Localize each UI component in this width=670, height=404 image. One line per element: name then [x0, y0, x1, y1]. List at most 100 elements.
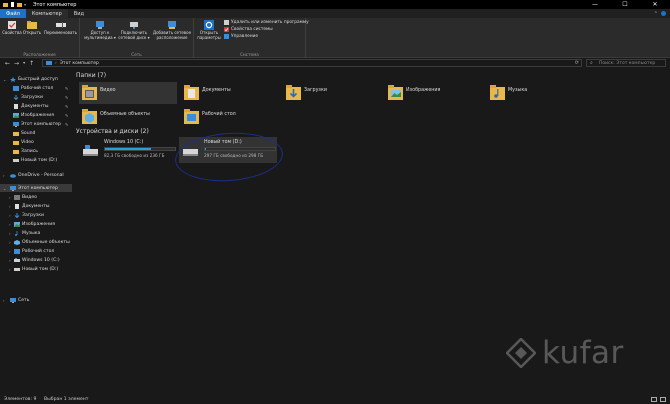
sidebar-item-drive-d[interactable]: › Новый том (D:) [0, 265, 72, 273]
sidebar-item-videos[interactable]: › Видео [0, 193, 72, 201]
sidebar-item-pictures[interactable]: Изображения ✎ [0, 111, 72, 119]
customize-toolbar-icon[interactable]: ▾ [24, 2, 29, 7]
media-access-icon [96, 21, 104, 29]
sidebar-item-onedrive[interactable]: › OneDrive - Personal [0, 171, 72, 179]
pin-icon[interactable]: ✎ [65, 122, 68, 127]
open-settings-button[interactable]: Открыть параметры [196, 20, 222, 40]
media-access-button[interactable]: Доступ к мультимедиа ▾ [84, 20, 116, 40]
breadcrumb-separator-icon: › [55, 60, 57, 66]
pin-icon[interactable]: ✎ [65, 86, 68, 91]
network-drive-icon [130, 22, 138, 29]
gear-icon [204, 20, 214, 30]
back-arrow-icon[interactable]: ← [5, 60, 10, 67]
sidebar-item-recording[interactable]: Запись [0, 147, 72, 155]
chevron-right-icon[interactable]: › [9, 195, 11, 200]
window-title: Этот компьютер [33, 1, 77, 8]
sidebar-item-downloads[interactable]: Загрузки ✎ [0, 93, 72, 101]
new-folder-icon[interactable] [17, 2, 22, 7]
watermark-text: kufar [542, 335, 624, 371]
chevron-right-icon[interactable]: › [9, 240, 11, 245]
folder-item-documents[interactable]: Документы [181, 82, 279, 104]
drive-item-c[interactable]: Windows 10 (C:) 82,3 ГБ свободно из 236 … [79, 137, 177, 163]
large-icons-view-icon[interactable] [660, 396, 666, 402]
sidebar-item-video-folder[interactable]: Video [0, 138, 72, 146]
sidebar-item-network[interactable]: › Сеть [0, 296, 72, 304]
chevron-down-icon[interactable]: ⌄ [3, 186, 6, 191]
folder-item-desktop[interactable]: Рабочий стол [181, 106, 279, 128]
minimize-button[interactable]: — [580, 0, 610, 9]
folder-item-video[interactable]: Видео [79, 82, 177, 104]
pin-icon[interactable]: ✎ [65, 104, 68, 109]
chevron-right-icon[interactable]: › [9, 222, 11, 227]
chevron-right-icon[interactable]: › [9, 231, 11, 236]
ribbon-group-system: Открыть параметры Удалить или изменить п… [194, 18, 309, 58]
folder-item-3d-objects[interactable]: Объемные объекты [79, 106, 177, 128]
downloads-folder-icon [286, 85, 301, 100]
chevron-right-icon[interactable]: › [9, 258, 11, 263]
map-network-drive-button[interactable]: Подключить сетевой диск ▾ [117, 20, 151, 40]
rename-button[interactable]: Переименовать [43, 20, 78, 36]
add-network-location-button[interactable]: Добавить сетевое расположение [152, 20, 192, 40]
folder-item-pictures[interactable]: Изображения [385, 82, 483, 104]
close-button[interactable]: ✕ [640, 0, 670, 9]
tab-view[interactable]: Вид [68, 9, 90, 18]
chevron-right-icon[interactable]: › [9, 267, 11, 272]
navigation-pane: ⌄ Быстрый доступ Рабочий стол ✎ Загрузки… [0, 70, 72, 390]
tab-file[interactable]: Файл [0, 9, 26, 18]
folder-item-downloads[interactable]: Загрузки [283, 82, 381, 104]
sidebar-item-drive-c[interactable]: › Windows 10 (C:) [0, 256, 72, 264]
sidebar-item-quick-access[interactable]: ⌄ Быстрый доступ [0, 75, 72, 83]
sidebar-item-pc-documents[interactable]: › Документы [0, 202, 72, 210]
chevron-right-icon[interactable]: › [3, 173, 5, 178]
manage-button[interactable]: Управление [224, 34, 258, 39]
help-icon[interactable] [661, 11, 666, 16]
sidebar-item-this-pc[interactable]: ⌄ Этот компьютер [0, 184, 72, 192]
chevron-right-icon[interactable]: › [9, 213, 11, 218]
rename-icon [55, 22, 66, 28]
breadcrumb[interactable]: Этот компьютер [60, 61, 99, 66]
sidebar-item-pc-downloads[interactable]: › Загрузки [0, 211, 72, 219]
chevron-right-icon[interactable]: › [9, 204, 11, 209]
selection-count: Выбран 1 элемент [44, 396, 89, 402]
sidebar-item-pc-pictures[interactable]: › Изображения [0, 220, 72, 228]
forward-arrow-icon[interactable]: → [14, 60, 19, 67]
title-bar: ▾ Этот компьютер — ☐ ✕ [0, 0, 670, 9]
drives-group-header[interactable]: Устройства и диски (2) [76, 128, 149, 135]
system-properties-button[interactable]: Свойства системы [224, 27, 273, 32]
properties-button[interactable]: Свойства [2, 20, 22, 36]
quick-access-toolbar-icon[interactable] [10, 2, 15, 7]
uninstall-program-button[interactable]: Удалить или изменить программу [224, 20, 309, 25]
folder-item-music[interactable]: Музыка [487, 82, 585, 104]
tab-computer[interactable]: Компьютер [25, 9, 68, 18]
sidebar-item-documents[interactable]: Документы ✎ [0, 102, 72, 110]
sidebar-item-this-pc-quick[interactable]: Этот компьютер ✎ [0, 120, 72, 128]
recent-locations-icon[interactable]: ▾ [23, 60, 25, 67]
search-input[interactable]: ⌕ Поиск: Этот компьютер [586, 59, 666, 67]
collapse-ribbon-icon[interactable]: ⌃ [654, 11, 658, 17]
music-folder-icon [490, 85, 505, 100]
ribbon-group-label: Система [240, 52, 259, 57]
up-arrow-icon[interactable]: ↑ [29, 60, 34, 67]
folders-group-header[interactable]: Папки (7) [76, 72, 106, 79]
download-icon [13, 94, 19, 100]
maximize-button[interactable]: ☐ [610, 0, 640, 9]
chevron-down-icon[interactable]: ⌄ [3, 77, 6, 82]
chevron-right-icon[interactable]: › [3, 298, 5, 303]
chevron-right-icon[interactable]: › [9, 249, 11, 254]
pin-icon[interactable]: ✎ [65, 95, 68, 100]
open-button[interactable]: Открыть [23, 20, 41, 36]
sidebar-item-desktop[interactable]: Рабочий стол ✎ [0, 84, 72, 92]
drive-icon [14, 257, 20, 263]
sidebar-item-3d-objects[interactable]: › Объемные объекты [0, 238, 72, 246]
open-folder-icon [27, 21, 37, 29]
sidebar-item-pc-desktop[interactable]: › Рабочий стол [0, 247, 72, 255]
drive-usage-fill [105, 148, 151, 150]
sidebar-item-music[interactable]: › Музыка [0, 229, 72, 237]
address-bar[interactable]: › Этот компьютер ⟳ [42, 59, 582, 67]
computer-icon [13, 121, 19, 127]
details-view-icon[interactable] [651, 396, 657, 402]
refresh-icon[interactable]: ⟳ [575, 60, 579, 66]
pin-icon[interactable]: ✎ [65, 113, 68, 118]
sidebar-item-new-volume-quick[interactable]: Новый том (D:) [0, 156, 72, 164]
sidebar-item-sound[interactable]: Sound [0, 129, 72, 137]
